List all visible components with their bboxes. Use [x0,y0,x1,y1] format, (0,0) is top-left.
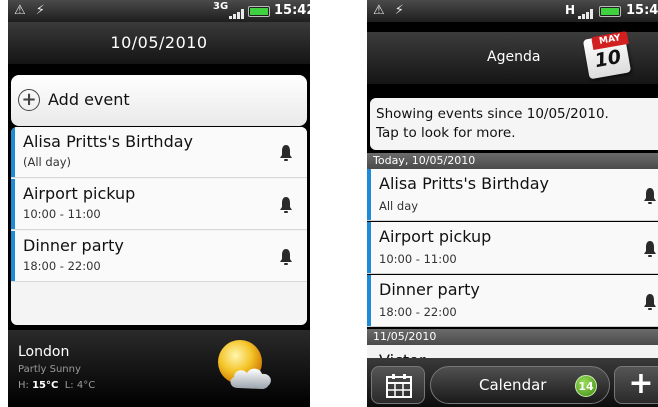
weather-condition: Partly Sunny [18,364,81,375]
event-title: Dinner party [23,236,124,255]
agenda-event-item[interactable]: Alisa Pritts's Birthday All day [367,169,658,221]
agenda-title: Agenda [487,49,541,65]
section-header-today: Today, 10/05/2010 [367,153,658,169]
event-time: 10:00 - 11:00 [23,207,101,221]
month-view-button[interactable] [371,366,425,404]
notice-line-1: Showing events since 10/05/2010. [376,106,609,122]
event-item[interactable]: Airport pickup 10:00 - 11:00 [11,179,307,230]
bell-icon [644,188,656,204]
high-temp-label: H: [18,380,29,391]
low-temp-label: L: [64,380,74,391]
load-more-notice[interactable]: Showing events since 10/05/2010. Tap to … [370,98,658,150]
notification-icons: ⚠ ⚡ [373,3,407,18]
weather-city: London [18,344,70,360]
agenda-event-item[interactable]: Dinner party 18:00 - 22:00 [367,275,658,327]
calendar-button-label: Calendar [479,376,547,394]
weather-temperatures: H: 15°C L: 4°C [18,380,95,391]
bottom-action-bar: Calendar 14 + [367,358,658,407]
low-temp: 4°C [76,380,96,391]
event-color-bar [11,127,15,177]
event-color-bar [367,169,371,220]
event-color-bar [367,275,371,326]
section-header-date: 11/05/2010 [367,329,658,345]
notification-icons: ⚠ ⚡ [14,3,48,18]
status-bar: ⚠ ⚡ H 15:4 [367,0,658,22]
event-title: Airport pickup [379,227,492,246]
day-view-screen: ⚠ ⚡ 3G 15:42 10/05/2010 + Add event Alis… [8,0,310,407]
notice-line-2: Tap to look for more. [376,125,516,141]
bell-icon [644,294,656,310]
event-time: 10:00 - 11:00 [379,252,457,266]
partly-sunny-icon [218,340,271,389]
event-item[interactable]: Alisa Pritts's Birthday (All day) [11,127,307,178]
event-time: (All day) [23,155,72,169]
add-event-button[interactable]: + [614,366,658,404]
agenda-event-item[interactable]: Airport pickup 10:00 - 11:00 [367,222,658,274]
add-event-label: Add event [48,90,130,109]
network-type-indicator: 3G [213,1,229,12]
bell-icon [644,241,656,257]
event-list: Alisa Pritts's Birthday (All day) Airpor… [11,127,307,325]
event-color-bar [367,222,371,273]
event-time: 18:00 - 22:00 [379,305,457,319]
status-time: 15:4 [626,3,658,18]
add-event-button[interactable]: + Add event [11,75,307,126]
event-title: Dinner party [379,280,480,299]
signal-icon [578,9,596,19]
agenda-view-screen: ⚠ ⚡ H 15:4 Agenda MAY 10 Showing events … [367,0,658,407]
plus-circle-icon: + [18,89,40,111]
event-color-bar [11,179,15,229]
bell-icon [280,145,292,161]
event-time: All day [379,199,419,213]
network-type-indicator: H [565,3,576,17]
weather-widget[interactable]: London Partly Sunny H: 15°C L: 4°C [8,330,310,407]
event-color-bar [11,231,15,281]
agenda-header: Agenda MAY 10 [367,22,658,90]
event-title: Airport pickup [23,184,136,203]
event-count-badge: 14 [575,375,597,397]
signal-icon [229,9,247,19]
event-item[interactable]: Dinner party 18:00 - 22:00 [11,231,307,282]
calendar-grid-icon [386,374,412,398]
bell-icon [280,249,292,265]
status-bar: ⚠ ⚡ 3G 15:42 [8,0,310,22]
high-temp: 15°C [32,380,59,391]
calendar-button[interactable]: Calendar 14 [430,366,610,404]
event-time: 18:00 - 22:00 [23,259,101,273]
battery-icon [248,6,270,17]
date-header: 10/05/2010 [8,22,310,64]
battery-icon [599,6,621,17]
plus-icon: + [628,366,654,401]
event-title: Alisa Pritts's Birthday [379,174,549,193]
calendar-icon: MAY 10 [582,28,634,82]
event-title: Alisa Pritts's Birthday [23,132,193,151]
status-time: 15:42 [274,3,310,18]
bell-icon [280,197,292,213]
